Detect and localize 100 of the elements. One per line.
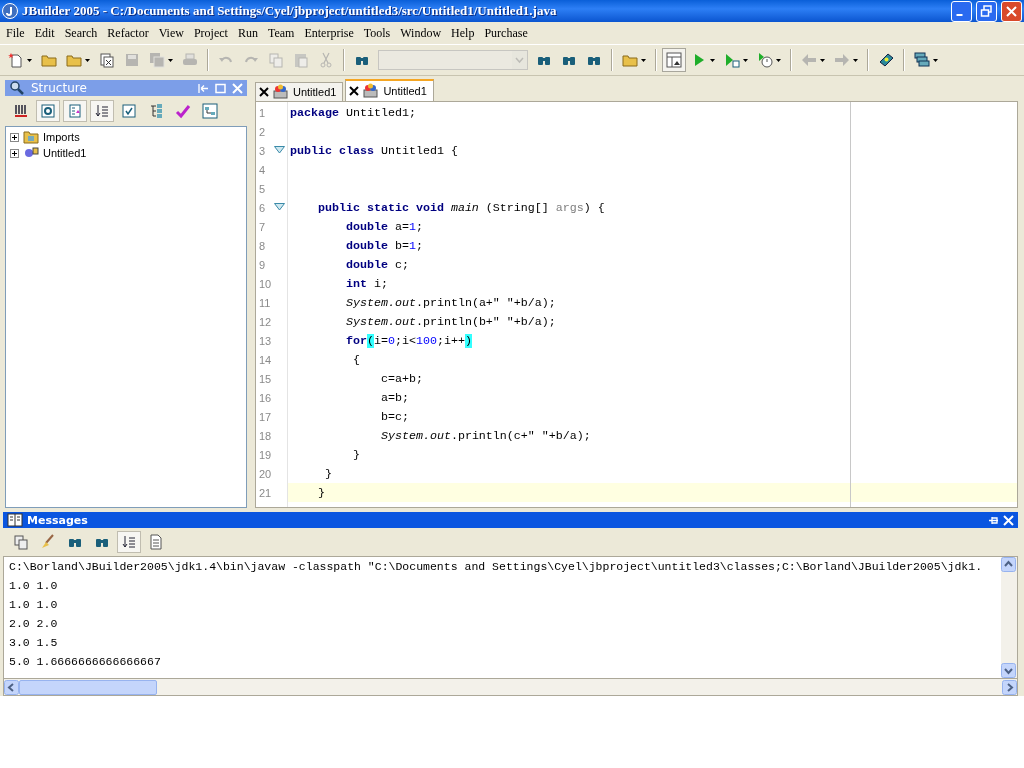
checklist-icon [121, 103, 137, 119]
caret-icon [27, 58, 32, 62]
stack-icon [914, 52, 930, 68]
line-number: 19 [258, 447, 273, 463]
expand-icon[interactable] [10, 148, 19, 158]
close-icon[interactable] [259, 87, 269, 97]
code-line: public static void main (String[] args) { [316, 199, 606, 217]
line-number: 4 [258, 162, 267, 178]
menu-item[interactable]: Search [59, 23, 103, 43]
menu-item[interactable]: Enterprise [299, 23, 359, 43]
vertical-scrollbar[interactable] [1001, 557, 1017, 678]
code-line: double c; [344, 256, 410, 274]
file-tab[interactable]: Untitled1 [345, 79, 434, 101]
menu-item[interactable]: Team [262, 23, 300, 43]
menu-item[interactable]: Run [232, 23, 263, 43]
scissors-icon [318, 52, 334, 68]
copy-icon [268, 52, 284, 68]
code-line: c=a+b; [379, 370, 424, 388]
stopwatch-icon [757, 52, 773, 68]
output-line: 1.0 1.0 [9, 598, 59, 613]
code-line: } [323, 465, 333, 483]
folder-icon [66, 52, 82, 68]
output-line: 5.0 1.6666666666666667 [9, 655, 162, 670]
list-icon [67, 103, 83, 119]
pin-icon[interactable] [198, 82, 209, 94]
caret-icon [853, 58, 858, 62]
line-number: 8 [258, 238, 267, 254]
horizontal-scrollbar[interactable] [3, 679, 1018, 696]
toolbar-button[interactable] [36, 100, 60, 122]
brush-icon [40, 534, 56, 550]
menu-item[interactable]: Edit [29, 23, 60, 43]
line-number: 14 [258, 352, 273, 368]
scrollbar-thumb[interactable] [19, 679, 157, 695]
tree-icon [148, 103, 164, 119]
menu-item[interactable]: Tools [358, 23, 396, 43]
code-line: System.out.println(a+" "+b/a); [344, 294, 557, 312]
documents-icon [99, 52, 115, 68]
tree-item[interactable]: Imports [43, 131, 80, 143]
folder-icon [23, 129, 39, 145]
maximize-icon[interactable] [215, 82, 226, 94]
menu-item[interactable]: Help [446, 23, 480, 43]
play-document-icon [724, 52, 740, 68]
close-icon [1005, 4, 1018, 18]
line-number: 17 [258, 409, 273, 425]
window-title: JBuilder 2005 - C:/Documents and Settings/Cyel/jbproject/untitled3/src/Untitled1/Untitled1.java [22, 3, 558, 19]
file-tab[interactable]: Untitled1 [255, 82, 344, 101]
line-number: 15 [258, 371, 273, 387]
menu-item[interactable]: Purchase [479, 23, 533, 43]
menu-item[interactable]: Project [188, 23, 233, 43]
caret-icon [933, 58, 938, 62]
line-number: 1 [258, 105, 267, 121]
printer-icon [182, 52, 198, 68]
minimize-button[interactable] [951, 0, 972, 22]
tree-item[interactable]: Untitled1 [43, 147, 87, 159]
code-line: } [351, 446, 361, 464]
line-number: 11 [258, 295, 272, 311]
panel-title: Structure [31, 81, 88, 95]
code-line: double b=1; [344, 237, 424, 255]
menu-item[interactable]: View [153, 23, 189, 43]
fold-triangle-icon[interactable] [274, 146, 285, 154]
right-arrow-icon [834, 52, 850, 68]
fold-triangle-icon[interactable] [274, 203, 285, 211]
sort-icon [121, 534, 137, 550]
code-line: { [351, 351, 361, 369]
code-line: package Untitled1; [289, 104, 417, 122]
menu-item[interactable]: Window [395, 23, 447, 43]
expand-icon[interactable] [10, 132, 19, 142]
restore-icon [980, 4, 993, 18]
line-number: 12 [258, 314, 273, 330]
output-line: 1.0 1.0 [9, 579, 59, 594]
line-number: 2 [258, 124, 267, 140]
pin-icon[interactable] [988, 514, 999, 526]
line-number: 9 [258, 257, 267, 273]
line-number: 20 [258, 466, 273, 482]
code-line: a=b; [379, 389, 410, 407]
columns-icon [13, 103, 29, 119]
left-arrow-icon [801, 52, 817, 68]
new-document-icon [8, 52, 24, 68]
restore-button[interactable] [976, 0, 997, 22]
close-icon[interactable] [349, 86, 360, 96]
panel-icon [666, 52, 682, 68]
caret-icon [710, 58, 715, 62]
line-number: 16 [258, 390, 273, 406]
line-number: 13 [258, 333, 273, 349]
output-line: 2.0 2.0 [9, 617, 59, 632]
caret-icon [168, 58, 173, 62]
menu-item[interactable]: Refactor [102, 23, 154, 43]
code-line: System.out.println(b+" "+b/a); [344, 313, 557, 331]
document-lines-icon [148, 534, 164, 550]
code-line: int i; [344, 275, 389, 293]
close-button[interactable] [1001, 0, 1022, 22]
app-logo-icon [2, 3, 18, 19]
panel-title: Messages [27, 513, 89, 527]
menu-item[interactable]: File [1, 23, 30, 43]
line-number: 6 [256, 198, 287, 217]
sort-icon [94, 103, 110, 119]
caret-icon [641, 58, 646, 62]
caret-icon [776, 58, 781, 62]
java-file-icon [363, 83, 380, 99]
code-line: public class Untitled1 { [289, 142, 459, 160]
